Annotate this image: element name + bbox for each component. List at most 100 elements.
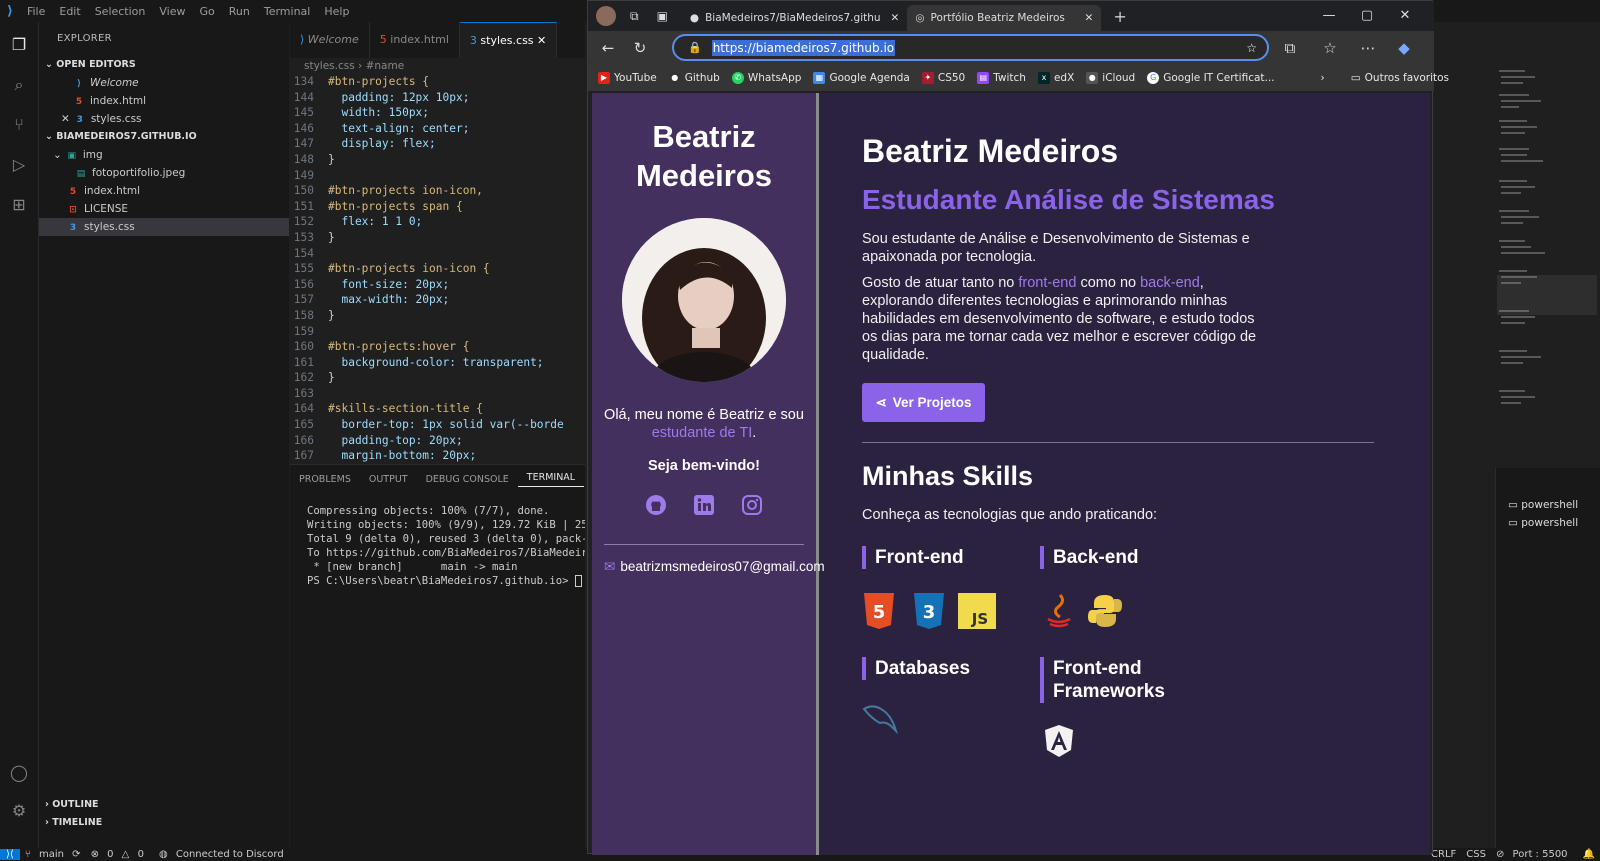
repo-section[interactable]: ⌄ BIAMEDEIROS7.GITHUB.IO [39, 128, 289, 146]
code-line: 156 font-size: 20px; [290, 277, 585, 293]
css3-icon: 3 [912, 593, 946, 629]
copilot-icon[interactable]: ◆ [1388, 39, 1420, 57]
section-divider [862, 442, 1374, 443]
line-number: 156 [293, 277, 314, 291]
bookmark-whatsapp[interactable]: ✆ WhatsApp [731, 72, 801, 84]
browser-tab-github[interactable]: ● BiaMedeiros7/BiaMedeiros7.githu ✕ [682, 5, 907, 31]
file-fotoportifolio[interactable]: ▤ fotoportifolio.jpeg [39, 164, 289, 182]
breadcrumb-symbol[interactable]: #name [366, 60, 405, 72]
menu-run[interactable]: Run [222, 5, 257, 18]
folder-img[interactable]: ⌄ ▣ img [39, 146, 289, 164]
close-window-button[interactable]: ✕ [1386, 1, 1424, 31]
new-tab-button[interactable]: + [1113, 7, 1126, 26]
menu-go[interactable]: Go [193, 5, 222, 18]
code-line: 161 background-color: transparent; [290, 355, 585, 371]
search-icon[interactable]: ⌕ [8, 74, 30, 96]
minimap[interactable] [1497, 70, 1597, 450]
open-editor-styles[interactable]: ✕ 3 styles.css [39, 110, 289, 128]
run-debug-icon[interactable]: ▷ [8, 154, 30, 176]
open-editor-index[interactable]: 5 index.html [39, 92, 289, 110]
chevron-right-icon[interactable]: › [1321, 72, 1325, 84]
bookmark-github[interactable]: ● Github [668, 72, 720, 84]
instagram-icon[interactable] [741, 494, 763, 516]
tab-welcome[interactable]: ⟩ Welcome [290, 22, 370, 58]
outline-section[interactable]: › OUTLINE [39, 796, 289, 814]
extensions-icon[interactable]: ⊞ [8, 194, 30, 216]
tab-styles-css[interactable]: 3 styles.css ✕ [459, 22, 558, 58]
address-bar[interactable]: 🔒 https://biamedeiros7.github.io ☆ [672, 34, 1269, 61]
open-editor-welcome[interactable]: ⟩ Welcome [39, 74, 289, 92]
vertical-tabs-icon[interactable]: ▣ [657, 9, 668, 23]
tab-output[interactable]: OUTPUT [360, 474, 417, 485]
tab-debug-console[interactable]: DEBUG CONSOLE [417, 474, 518, 485]
bookmark-icloud[interactable]: ● iCloud [1086, 72, 1135, 84]
maximize-button[interactable]: ▢ [1348, 1, 1386, 31]
twitch-icon: ▤ [977, 72, 990, 84]
profile-avatar[interactable] [596, 6, 616, 26]
status-live-server[interactable]: ⊘ Port : 5500 [1491, 849, 1578, 860]
close-icon[interactable]: ✕ [537, 34, 546, 47]
menu-selection[interactable]: Selection [88, 5, 153, 18]
settings-gear-icon[interactable]: ⚙ [8, 800, 30, 822]
github-icon[interactable] [645, 494, 667, 516]
status-language[interactable]: CSS [1461, 849, 1491, 860]
bookmark-google-agenda[interactable]: ▦ Google Agenda [813, 72, 910, 84]
status-problems[interactable]: ⊗ 0 △ 0 [86, 849, 154, 860]
tab-terminal[interactable]: TERMINAL [517, 472, 585, 487]
terminal-output[interactable]: Compressing objects: 100% (7/7), done. W… [290, 494, 585, 848]
remote-icon[interactable]: ⟩⟨ [0, 849, 20, 860]
menu-terminal[interactable]: Terminal [257, 5, 318, 18]
bookmark-edx[interactable]: x edX [1037, 72, 1074, 84]
menu-view[interactable]: View [152, 5, 192, 18]
menu-edit[interactable]: Edit [52, 5, 87, 18]
bookmark-twitch[interactable]: ▤ Twitch [977, 72, 1026, 84]
workspaces-icon[interactable]: ⧉ [630, 9, 639, 24]
refresh-icon[interactable]: ↻ [624, 39, 656, 57]
back-arrow-icon[interactable]: ← [592, 39, 624, 57]
more-menu-icon[interactable]: ⋯ [1352, 39, 1384, 57]
timeline-section[interactable]: › TIMELINE [39, 814, 289, 832]
extensions-icon[interactable]: ⧉ [1274, 39, 1306, 57]
explorer-icon[interactable]: ❐ [8, 34, 30, 56]
url-text[interactable]: https://biamedeiros7.github.io [711, 39, 896, 56]
minimize-button[interactable]: — [1310, 1, 1348, 31]
account-icon[interactable]: ◯ [8, 762, 30, 784]
linkedin-icon[interactable] [693, 494, 715, 516]
terminal-line: To https://github.com/BiaMedeiros7/BiaMe… [307, 547, 585, 559]
terminal-instance[interactable]: ▭ powershell [1496, 514, 1600, 532]
terminal-instance[interactable]: ▭ powershell [1496, 496, 1600, 514]
close-icon[interactable]: ✕ [61, 113, 70, 125]
ver-projetos-button[interactable]: ⋖ Ver Projetos [862, 383, 985, 422]
sidebar-name: Beatriz Medeiros [635, 119, 773, 193]
notifications-icon[interactable]: 🔔 [1578, 849, 1600, 860]
tab-index-html[interactable]: 5 index.html [370, 22, 460, 58]
favorites-icon[interactable]: ☆ [1314, 39, 1346, 57]
bookmark-youtube[interactable]: ▶ YouTube [598, 72, 657, 84]
terminal-prompt[interactable]: PS C:\Users\beatr\BiaMedeiros7.github.io… [307, 574, 585, 588]
status-branch[interactable]: ⑂ main ⟳ [20, 849, 86, 860]
bookmark-cs50[interactable]: ✦ CS50 [921, 72, 965, 84]
close-icon[interactable]: ✕ [1085, 12, 1094, 24]
source-control-icon[interactable]: ⑂ [8, 114, 30, 136]
lock-icon[interactable]: 🔒 [688, 41, 702, 54]
open-editors-section[interactable]: ⌄ OPEN EDITORS [39, 56, 289, 74]
intro-highlight: estudante de TI [651, 425, 753, 441]
code-editor[interactable]: 134 #btn-projects {144 padding: 12px 10px… [290, 74, 585, 464]
menu-help[interactable]: Help [317, 5, 356, 18]
tab-problems[interactable]: PROBLEMS [290, 474, 360, 485]
file-license[interactable]: ⊡ LICENSE [39, 200, 289, 218]
menu-file[interactable]: File [20, 5, 52, 18]
favorite-star-icon[interactable]: ☆ [1246, 41, 1257, 55]
html5-icon: 5 [862, 593, 896, 629]
status-discord[interactable]: ◍ Connected to Discord [154, 849, 294, 860]
breadcrumb-file[interactable]: styles.css [304, 60, 355, 72]
email-contact[interactable]: ✉ beatrizmsmedeiros07@gmail.com [592, 559, 825, 575]
file-styles-css[interactable]: 3 styles.css [39, 218, 289, 236]
close-icon[interactable]: ✕ [891, 12, 900, 24]
vscode-logo-icon: ⟩ [7, 3, 13, 19]
file-index-html[interactable]: 5 index.html [39, 182, 289, 200]
bookmark-google-it[interactable]: G Google IT Certificat... [1147, 72, 1275, 84]
angular-icon [1042, 723, 1076, 759]
other-favorites[interactable]: ▭ Outros favoritos [1351, 72, 1449, 84]
browser-tab-portfolio[interactable]: ◎ Portfólio Beatriz Medeiros ✕ [907, 5, 1102, 31]
